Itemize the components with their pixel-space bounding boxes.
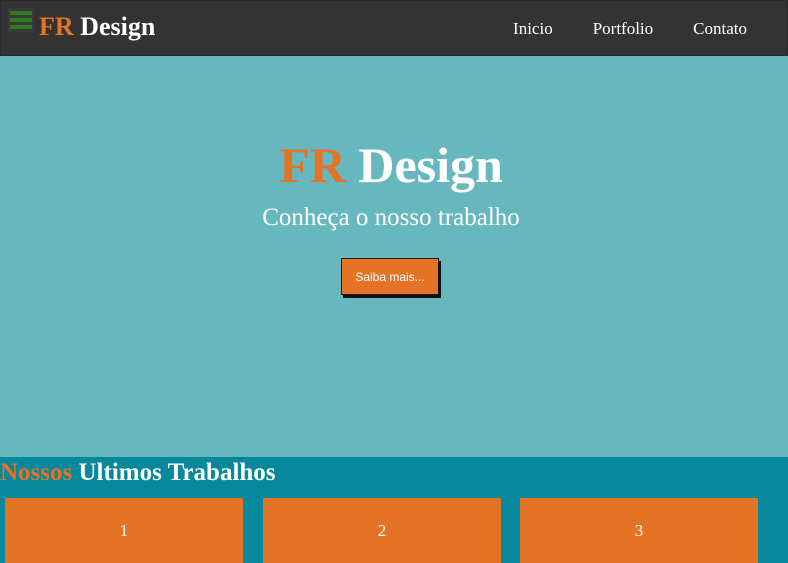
- hero-title-accent: FR: [279, 137, 346, 193]
- learn-more-button[interactable]: Saiba mais...: [341, 258, 439, 295]
- hero-title-text: Design: [358, 137, 503, 193]
- hero-title: FR Design: [0, 136, 782, 194]
- logo[interactable]: FR Design: [39, 11, 155, 43]
- works-title: Nossos Ultimos Trabalhos: [0, 457, 276, 489]
- nav-link-portfolio[interactable]: Portfolio: [593, 19, 653, 39]
- work-card-1[interactable]: 1: [5, 498, 243, 563]
- works-title-text: Ultimos Trabalhos: [78, 459, 276, 486]
- navbar: FR Design Inicio Portfolio Contato: [0, 0, 788, 56]
- work-card-2[interactable]: 2: [263, 498, 501, 563]
- works-title-accent: Nossos: [0, 459, 73, 486]
- nav-link-inicio[interactable]: Inicio: [513, 19, 553, 39]
- hero-subtitle: Conheça o nosso trabalho: [262, 204, 520, 231]
- logo-text: Design: [80, 12, 156, 41]
- nav-link-contato[interactable]: Contato: [693, 19, 747, 39]
- works-section: Nossos Ultimos Trabalhos 1 2 3: [0, 457, 788, 563]
- hamburger-menu-icon[interactable]: [8, 8, 34, 32]
- nav-links: Inicio Portfolio Contato: [513, 1, 747, 57]
- hero-section: FR Design Conheça o nosso trabalho Saiba…: [0, 56, 788, 457]
- logo-accent: FR: [39, 12, 74, 41]
- work-card-3[interactable]: 3: [520, 498, 758, 563]
